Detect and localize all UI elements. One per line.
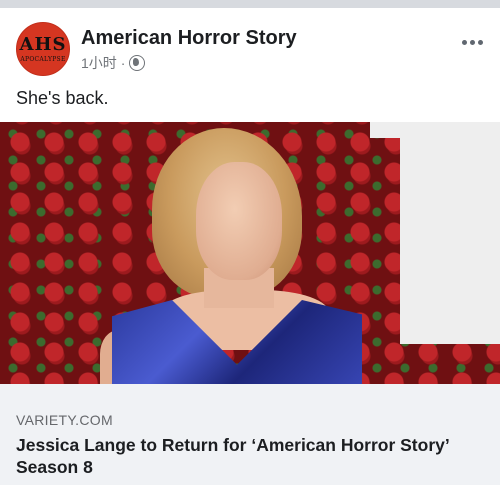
post-meta: 1小时 · — [81, 53, 146, 73]
link-preview[interactable]: VARIETY.COM Jessica Lange to Return for … — [0, 384, 500, 485]
more-dot — [478, 40, 483, 45]
backdrop-letter — [400, 122, 500, 344]
top-divider — [0, 0, 500, 8]
page-name-link[interactable]: American Horror Story — [81, 27, 297, 50]
globe-icon[interactable] — [129, 55, 146, 71]
post-text: She's back. — [16, 88, 109, 108]
face — [196, 162, 282, 280]
avatar-logo-text: AHS — [19, 33, 67, 55]
post-timestamp[interactable]: 1小时 — [81, 53, 117, 73]
person-photo — [100, 122, 370, 384]
post-card: AHS APOCALYPSE American Horror Story 1小时… — [0, 8, 500, 485]
page-avatar[interactable]: AHS APOCALYPSE — [16, 22, 70, 76]
avatar-logo-subtext: APOCALYPSE — [20, 55, 66, 63]
link-domain: VARIETY.COM — [16, 412, 113, 428]
more-options-icon[interactable] — [462, 40, 483, 45]
more-dot — [462, 40, 467, 45]
meta-separator: · — [120, 55, 126, 71]
post-image[interactable] — [0, 122, 500, 384]
link-title[interactable]: Jessica Lange to Return for ‘American Ho… — [16, 434, 496, 478]
more-dot — [470, 40, 475, 45]
